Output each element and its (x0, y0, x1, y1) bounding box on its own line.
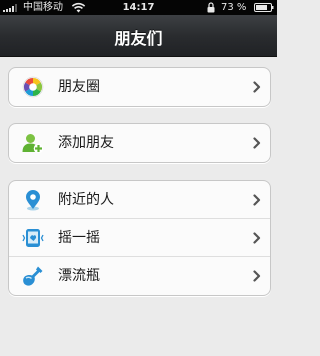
list-item-nearby-people[interactable]: 附近的人 (9, 181, 270, 219)
navigation-bar: 朋友们 (0, 15, 277, 57)
battery-percent: 73 % (221, 2, 247, 13)
chevron-right-icon (253, 194, 261, 206)
screen: 中国移动 14:17 73 % 朋友们 朋友圈 添加朋友 附近的人 摇一摇 漂流… (0, 0, 277, 356)
chevron-right-icon (253, 137, 261, 149)
orientation-lock-icon (207, 2, 215, 13)
page-title: 朋友们 (114, 29, 163, 48)
list-item-label: 朋友圈 (58, 79, 100, 95)
list-item-label: 漂流瓶 (58, 268, 100, 284)
location-pin-icon (26, 190, 40, 211)
list-item-moments[interactable]: 朋友圈 (9, 68, 270, 106)
group-add-friend: 添加朋友 (8, 123, 271, 163)
list-item-drift-bottle[interactable]: 漂流瓶 (9, 257, 270, 295)
list-item-label: 摇一摇 (58, 230, 100, 246)
group-discover: 附近的人 摇一摇 漂流瓶 (8, 180, 271, 296)
list-item-shake[interactable]: 摇一摇 (9, 219, 270, 257)
shake-icon (22, 229, 44, 247)
chevron-right-icon (253, 232, 261, 244)
drift-bottle-icon (23, 266, 43, 286)
add-friend-icon (22, 134, 44, 154)
chevron-right-icon (253, 270, 261, 282)
status-bar: 中国移动 14:17 73 % (0, 0, 277, 15)
chevron-right-icon (253, 81, 261, 93)
list-item-label: 添加朋友 (58, 135, 114, 151)
list-item-add-friend[interactable]: 添加朋友 (9, 124, 270, 162)
list-item-label: 附近的人 (58, 192, 114, 208)
group-moments: 朋友圈 (8, 67, 271, 107)
battery-icon (254, 3, 274, 12)
moments-icon (22, 76, 44, 98)
